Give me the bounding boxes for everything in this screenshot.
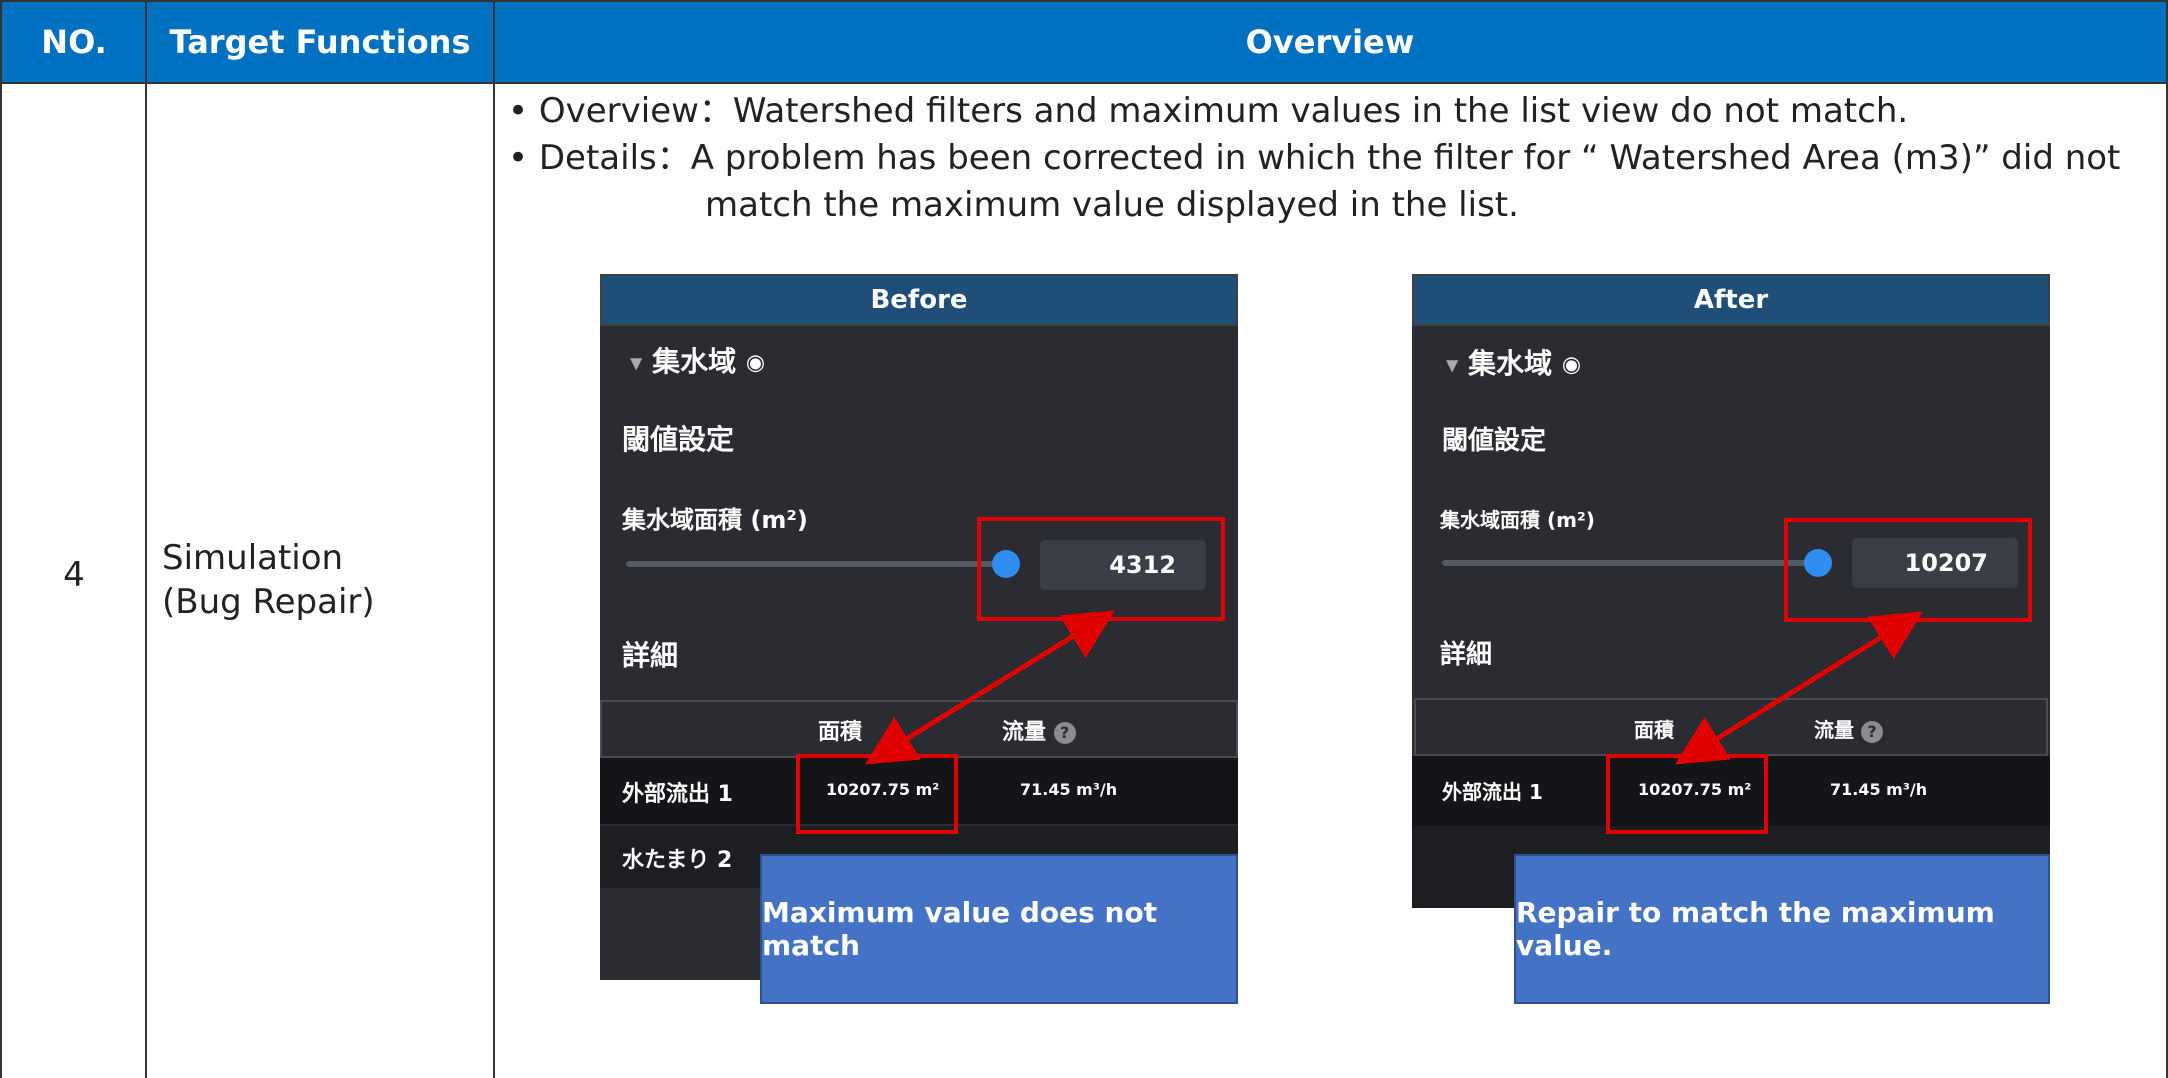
collapse-caret-icon: ▼ [630, 353, 643, 373]
before-col-area: 面積 [818, 720, 863, 745]
before-slider-track[interactable] [626, 561, 1018, 567]
header-target-functions: Target Functions [146, 2, 494, 82]
after-table-header: 面積 流量 ? [1414, 698, 2048, 756]
after-row1-name: 外部流出 1 [1442, 780, 1543, 804]
after-details-heading: 詳細 [1440, 640, 1493, 670]
table-border-top [0, 0, 2168, 2]
after-section-header[interactable]: ▼ 集水域 ◉ [1446, 342, 1581, 382]
after-col-flow-label: 流量 [1814, 718, 1854, 742]
before-threshold-heading: 閾値設定 [622, 423, 735, 456]
header-overview: Overview [494, 2, 2166, 82]
after-col-area: 面積 [1634, 718, 1674, 742]
before-section-header[interactable]: ▼ 集水域 ◉ [630, 340, 765, 380]
details-bullet: • Details：A problem has been corrected i… [508, 138, 2121, 178]
after-callout: Repair to match the maximum value. [1514, 854, 2050, 1004]
header-no: NO. [2, 2, 146, 82]
table-border-left [0, 0, 2, 1078]
after-panel-title: After [1412, 274, 2050, 326]
before-highlight-slider [977, 517, 1225, 621]
after-highlight-cell [1606, 754, 1768, 834]
row-function-line1: Simulation [162, 538, 344, 578]
before-row2-name: 水たまり 2 [622, 848, 733, 873]
after-slider-track[interactable] [1442, 560, 1818, 566]
row-function: Simulation (Bug Repair) [162, 536, 375, 624]
before-panel-title: Before [600, 274, 1238, 326]
after-area-label: 集水域面積 (m²) [1440, 508, 1595, 532]
after-threshold-heading: 閾値設定 [1442, 426, 1547, 456]
header-divider [0, 82, 2168, 84]
after-row1-flow: 71.45 m³/h [1830, 780, 1928, 799]
before-details-heading: 詳細 [622, 639, 679, 672]
row-function-line2: (Bug Repair) [162, 582, 375, 622]
after-col-flow: 流量 ? [1814, 714, 1883, 743]
col-divider-1 [145, 0, 147, 1078]
overview-bullet: • Overview：Watershed filters and maximum… [508, 91, 1909, 131]
row-number: 4 [63, 555, 85, 595]
before-row1-name: 外部流出 1 [622, 782, 733, 807]
before-col-flow-label: 流量 [1002, 720, 1047, 745]
before-row1-flow: 71.45 m³/h [1020, 780, 1118, 799]
eye-icon[interactable]: ◉ [1562, 353, 1581, 378]
before-col-flow: 流量 ? [1002, 714, 1076, 746]
collapse-caret-icon: ▼ [1446, 355, 1459, 375]
eye-icon[interactable]: ◉ [746, 351, 765, 376]
help-icon[interactable]: ? [1860, 720, 1883, 743]
after-highlight-slider [1784, 518, 2032, 622]
after-section-label: 集水域 [1468, 347, 1553, 380]
details-bullet-cont: match the maximum value displayed in the… [705, 185, 1519, 225]
before-section-label: 集水域 [652, 345, 737, 378]
before-callout: Maximum value does not match [760, 854, 1238, 1004]
help-icon[interactable]: ? [1053, 722, 1076, 744]
before-table-header: 面積 流量 ? [600, 700, 1238, 758]
col-divider-2 [493, 0, 495, 1078]
before-area-label: 集水域面積 (m²) [622, 506, 808, 534]
before-highlight-cell [796, 754, 958, 834]
